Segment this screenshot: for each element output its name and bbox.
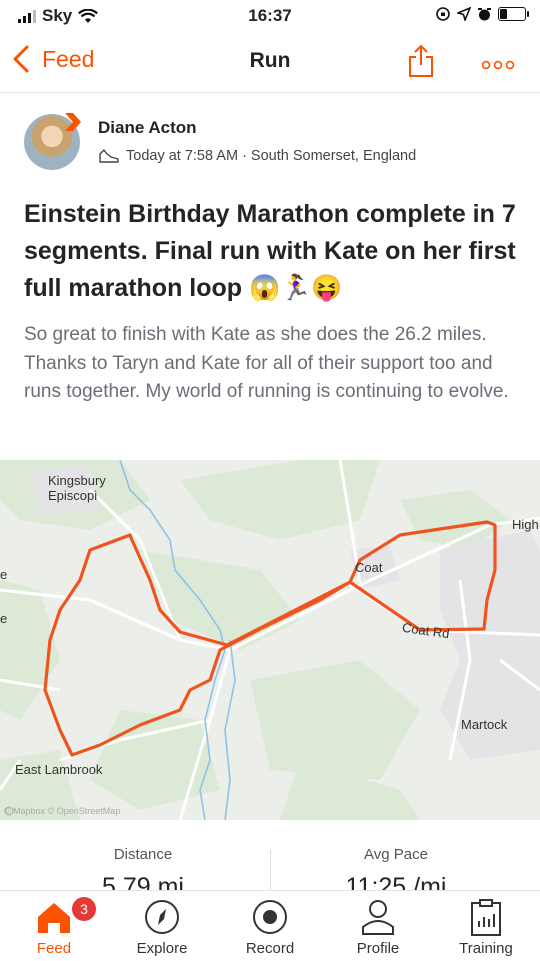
- stat-distance-label: Distance: [113, 846, 173, 863]
- location-icon: [457, 7, 471, 21]
- label-high: High: [512, 517, 539, 532]
- tab-profile-label: Profile: [356, 940, 400, 957]
- tab-training-label: Training: [459, 940, 513, 957]
- battery-fill: [500, 9, 507, 19]
- tab-record[interactable]: Record: [216, 891, 324, 961]
- route-map[interactable]: Kingsbury Episcopi Coat Coat Rd High Mar…: [0, 460, 540, 820]
- rotation-lock-icon: [436, 7, 450, 21]
- share-button[interactable]: [408, 44, 434, 83]
- status-bar: Sky 16:37: [0, 0, 540, 34]
- athlete-name[interactable]: Diane Acton: [98, 118, 197, 138]
- alarm-icon: [478, 7, 491, 20]
- stat-pace-label: Avg Pace: [364, 846, 428, 863]
- tab-feed-label: Feed: [36, 940, 72, 957]
- home-icon: [38, 903, 70, 933]
- label-edge-1: e: [0, 567, 8, 582]
- tab-training[interactable]: Training: [432, 891, 540, 961]
- label-east-lambrook: East Lambrook: [15, 762, 103, 777]
- activity-meta-text: Today at 7:58 AM · South Somerset, Engla…: [126, 148, 417, 164]
- tab-profile[interactable]: Profile: [324, 891, 432, 961]
- athlete-header: Diane Acton Today at 7:58 AM · South Som…: [24, 112, 524, 176]
- status-right: [435, 6, 529, 22]
- more-icon: [481, 60, 515, 70]
- more-button[interactable]: [481, 54, 515, 75]
- record-icon: [253, 900, 287, 934]
- compass-icon: [145, 900, 179, 934]
- activity-meta: Today at 7:58 AM · South Somerset, Engla…: [98, 148, 416, 164]
- map-attribution[interactable]: © Mapbox © OpenStreetMap: [4, 806, 120, 816]
- mapbox-logo-icon: [4, 806, 14, 816]
- stats-row: Distance 5.79 mi Avg Pace 11:25 /mi: [0, 820, 540, 901]
- nav-bar: Feed Run: [0, 34, 540, 93]
- tab-record-label: Record: [245, 940, 295, 957]
- label-martock: Martock: [461, 717, 508, 732]
- profile-icon: [362, 900, 394, 935]
- attribution-text: © Mapbox © OpenStreetMap: [4, 806, 121, 816]
- tab-explore-label: Explore: [136, 940, 188, 957]
- page-title: Run: [249, 49, 291, 72]
- label-kingsbury-episcopi: Kingsbury Episcopi: [48, 473, 106, 503]
- tab-bar: 3 Feed Explore Record Profile Training: [0, 890, 540, 961]
- strava-badge-icon: [65, 113, 81, 131]
- shoe-icon: [99, 149, 119, 163]
- label-coat: Coat: [355, 560, 383, 575]
- share-icon: [409, 44, 433, 77]
- notification-badge: 3: [70, 895, 98, 923]
- activity-description: So great to finish with Kate as she does…: [24, 324, 509, 402]
- label-edge-2: e: [0, 611, 8, 626]
- activity-title: Einstein Birthday Marathon complete in 7…: [24, 200, 516, 302]
- battery-icon: [498, 7, 529, 21]
- training-clipboard-icon: [471, 899, 501, 936]
- tab-explore[interactable]: Explore: [108, 891, 216, 961]
- tab-feed[interactable]: 3 Feed: [0, 891, 108, 961]
